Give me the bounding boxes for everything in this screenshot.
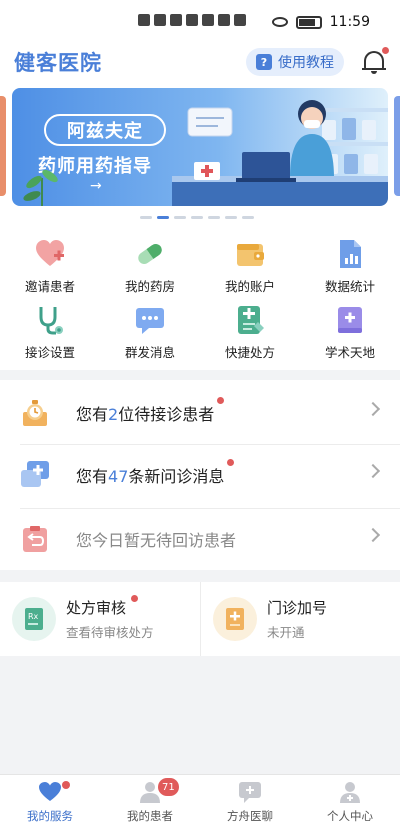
chat-plus-icon xyxy=(239,782,261,803)
carousel-indicator xyxy=(140,216,254,219)
doctor-icon xyxy=(340,782,360,803)
bell-button[interactable] xyxy=(362,47,389,75)
extra-appointment-sub: 未开通 xyxy=(267,625,305,640)
tutorial-label: 使用教程 xyxy=(278,55,334,71)
heart-plus-icon xyxy=(36,240,64,266)
tab-profile[interactable]: 个人中心 xyxy=(300,775,400,826)
heart-app-icon xyxy=(170,14,182,26)
next-slide-peek[interactable] xyxy=(394,96,400,196)
unread-dot xyxy=(227,459,235,466)
extra-appointment-icon xyxy=(213,597,257,641)
followups-row[interactable]: 您今日暂无待回访患者 xyxy=(20,508,400,570)
carousel-dot xyxy=(140,216,152,219)
grid-item-quick-prescription[interactable]: 快捷处方 xyxy=(200,300,300,366)
grid-item-my-pharmacy[interactable]: 我的药房 xyxy=(100,234,200,300)
new-messages-count: 47 xyxy=(108,467,129,486)
pill-icon xyxy=(138,243,162,265)
hd-signal-icon xyxy=(138,14,150,26)
unread-dot xyxy=(131,595,139,602)
chat-app-icon xyxy=(186,14,198,26)
prescription-review-icon: Rx xyxy=(12,597,56,641)
bell-icon xyxy=(364,51,384,69)
service-cards: Rx 处方审核 查看待审核处方 门诊加号 未开通 xyxy=(0,582,400,656)
pending-patients-text: 您有 2 位待接诊患者 xyxy=(76,397,225,425)
carousel-dot xyxy=(242,216,254,219)
book-icon xyxy=(338,307,362,333)
prescription-review-sub: 查看待审核处方 xyxy=(66,625,154,640)
chevron-right-icon xyxy=(365,401,381,417)
tutorial-button[interactable]: ? 使用教程 xyxy=(246,48,344,76)
carousel-dot-active xyxy=(157,216,169,219)
tab-fangzhou-chat[interactable]: 方舟医聊 xyxy=(200,775,300,826)
banner-slide[interactable]: 阿兹夫定 药师用药指导 → xyxy=(12,88,388,206)
grid-item-broadcast-message[interactable]: 群发消息 xyxy=(100,300,200,366)
tab-my-patients[interactable]: 71 我的患者 xyxy=(100,775,200,826)
grid-item-my-account[interactable]: 我的账户 xyxy=(200,234,300,300)
new-messages-text: 您有 47 条新问诊消息 xyxy=(76,459,235,487)
notification-dot xyxy=(382,47,389,54)
return-clipboard-icon xyxy=(23,526,47,552)
grid-item-data-stats[interactable]: 数据统计 xyxy=(300,234,400,300)
question-icon: ? xyxy=(256,54,272,70)
wallet-icon xyxy=(237,244,264,266)
pharmacist-illustration xyxy=(172,100,388,206)
signal-bars-icon xyxy=(154,14,166,26)
patients-badge: 71 xyxy=(158,778,179,796)
status-bar: 11:59 xyxy=(0,0,400,44)
status-time: 11:59 xyxy=(329,14,370,30)
app-icon xyxy=(234,14,246,26)
message-icon xyxy=(136,308,164,334)
app-header: 健客医院 ? 使用教程 xyxy=(0,44,400,80)
carousel-dot xyxy=(191,216,203,219)
new-messages-row[interactable]: 您有 47 条新问诊消息 xyxy=(20,444,400,506)
notification-list: 您有 2 位待接诊患者 您有 47 条新问诊消息 您今日暂无待回访患者 xyxy=(0,380,400,570)
extra-appointment-title: 门诊加号 xyxy=(267,599,328,617)
grid-item-consult-settings[interactable]: 接诊设置 xyxy=(0,300,100,366)
bottom-tab-bar: 我的服务 71 我的患者 方舟医聊 个人中心 xyxy=(0,774,400,826)
grid-item-academic[interactable]: 学术天地 xyxy=(300,300,400,366)
followups-text: 您今日暂无待回访患者 xyxy=(76,531,237,550)
carousel-dot xyxy=(225,216,237,219)
grid-item-invite-patient[interactable]: 邀请患者 xyxy=(0,234,100,300)
eye-comfort-icon xyxy=(271,17,288,27)
tab-my-services[interactable]: 我的服务 xyxy=(0,775,100,826)
pending-patients-row[interactable]: 您有 2 位待接诊患者 xyxy=(20,382,400,444)
extra-appointment-card[interactable]: 门诊加号 未开通 xyxy=(200,582,400,656)
chevron-right-icon xyxy=(365,527,381,543)
chevron-right-icon xyxy=(365,463,381,479)
clock-desk-icon xyxy=(23,400,47,426)
svg-text:Rx: Rx xyxy=(28,612,39,621)
unread-dot xyxy=(217,397,225,404)
camera-app-icon xyxy=(218,14,230,26)
prescription-icon xyxy=(238,306,264,334)
prev-slide-peek[interactable] xyxy=(0,96,6,196)
banner-carousel: 阿兹夫定 药师用药指导 → xyxy=(0,80,400,230)
carousel-dot xyxy=(208,216,220,219)
message-app-icon xyxy=(202,14,214,26)
stethoscope-icon xyxy=(39,307,63,335)
banner-arrow: → xyxy=(90,178,102,194)
plant-illustration xyxy=(23,169,58,206)
unread-dot xyxy=(62,781,70,789)
banner-title: 阿兹夫定 xyxy=(44,114,166,146)
prescription-review-title: 处方审核 xyxy=(66,595,139,618)
app-title: 健客医院 xyxy=(14,50,102,75)
bar-chart-icon xyxy=(340,240,361,268)
battery-icon xyxy=(295,15,322,29)
carousel-dot xyxy=(174,216,186,219)
pending-patients-count: 2 xyxy=(108,405,119,424)
heart-hand-icon xyxy=(39,782,61,801)
function-grid: 邀请患者 我的药房 我的账户 数据统计 接诊设置 群发消息 快捷处方 学术天地 xyxy=(0,230,400,370)
prescription-review-card[interactable]: Rx 处方审核 查看待审核处方 xyxy=(0,582,200,656)
notification-icons xyxy=(138,14,246,26)
chat-plus-icon xyxy=(21,461,49,487)
